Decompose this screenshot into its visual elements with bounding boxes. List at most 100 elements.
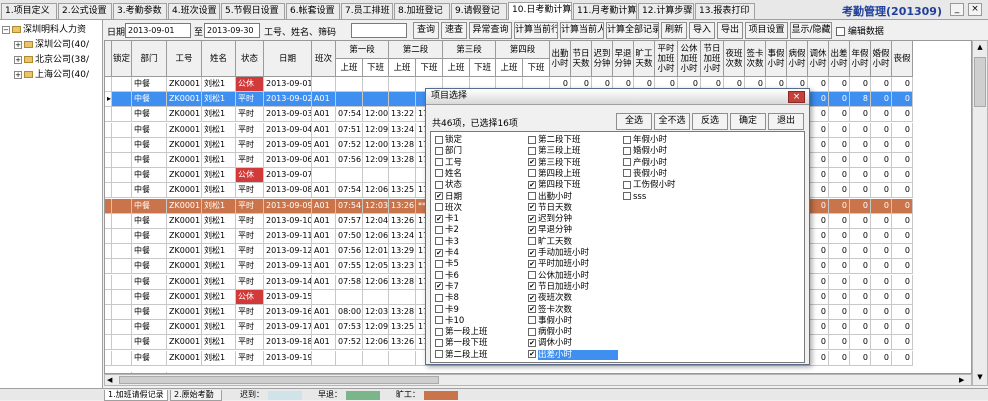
checkbox-checked-icon[interactable]: ✔ — [435, 248, 443, 257]
item-option[interactable]: ✔ 卡7 — [435, 282, 459, 293]
item-option[interactable]: 状态 — [435, 180, 462, 191]
checkbox-checked-icon[interactable]: ✔ — [528, 225, 536, 234]
checkbox-icon[interactable] — [435, 316, 443, 325]
edit-data-checkbox[interactable] — [836, 27, 845, 36]
checkbox-icon[interactable] — [435, 259, 443, 268]
item-option[interactable]: 卡8 — [435, 293, 459, 304]
item-option[interactable]: ✔ 卡4 — [435, 248, 459, 259]
item-option[interactable]: ✔ 平时加班小时 — [528, 259, 589, 270]
checkbox-checked-icon[interactable]: ✔ — [528, 338, 536, 347]
item-option[interactable]: ✔ 出差小时 — [528, 349, 618, 361]
item-option[interactable]: 卡2 — [435, 225, 459, 236]
item-option[interactable]: 卡6 — [435, 271, 459, 282]
tab-module[interactable]: 7.员工排班 — [341, 3, 393, 19]
checkbox-icon[interactable] — [435, 327, 443, 336]
tab-module[interactable]: 13.报表打印 — [695, 3, 755, 19]
item-option[interactable]: 丧假小时 — [623, 169, 667, 180]
checkbox-icon[interactable] — [435, 237, 443, 246]
checkbox-checked-icon[interactable]: ✔ — [528, 248, 536, 257]
item-option[interactable]: ✔ 节日加班小时 — [528, 282, 589, 293]
checkbox-icon[interactable] — [623, 135, 631, 144]
hscroll-thumb[interactable] — [119, 376, 439, 384]
tree-node-root[interactable]: − 深圳明科人力资 — [2, 24, 86, 37]
tree-node-company[interactable]: + 上海公司(40/ — [14, 69, 89, 82]
checkbox-checked-icon[interactable]: ✔ — [435, 214, 443, 223]
checkbox-icon[interactable] — [435, 158, 443, 167]
checkbox-icon[interactable] — [623, 180, 631, 189]
item-option[interactable]: 第二段下班 — [528, 135, 581, 146]
calc-current-row-button[interactable]: 计算当前行 — [514, 22, 558, 39]
item-option[interactable]: 卡3 — [435, 237, 459, 248]
checkbox-icon[interactable] — [528, 192, 536, 200]
checkbox-icon[interactable] — [528, 146, 536, 155]
checkbox-icon[interactable] — [528, 135, 536, 144]
checkbox-icon[interactable] — [435, 135, 443, 144]
invert-button[interactable]: 反选 — [692, 113, 728, 130]
ok-button[interactable]: 确定 — [730, 113, 766, 130]
item-option[interactable]: sss — [623, 192, 646, 203]
checkbox-checked-icon[interactable]: ✔ — [528, 293, 536, 302]
checkbox-icon[interactable] — [528, 316, 536, 325]
item-option[interactable]: 第一段上班 — [435, 327, 488, 338]
checkbox-icon[interactable] — [435, 293, 443, 302]
item-option[interactable]: 锁定 — [435, 135, 462, 146]
item-option[interactable]: 第一段下班 — [435, 338, 488, 349]
item-option[interactable]: 第二段上班 — [435, 350, 488, 361]
checkbox-icon[interactable] — [528, 327, 536, 336]
edit-data-toggle[interactable]: 编辑数据 — [836, 24, 884, 37]
vertical-scrollbar[interactable]: ▲ ▼ — [972, 40, 988, 386]
item-option[interactable]: ✔ 第三段下班 — [528, 158, 581, 169]
item-settings-button[interactable]: 项目设置 — [745, 22, 788, 39]
checkbox-icon[interactable] — [528, 237, 536, 246]
tab-module[interactable]: 10.日考勤计算 — [508, 2, 572, 20]
expand-icon[interactable]: + — [14, 40, 22, 49]
close-button[interactable]: × — [968, 3, 982, 16]
item-option[interactable]: 卡10 — [435, 316, 464, 327]
tab-module[interactable]: 4.班次设置 — [168, 3, 220, 19]
item-option[interactable]: 卡9 — [435, 305, 459, 316]
show-hide-button[interactable]: 显示/隐藏 — [790, 22, 832, 39]
checkbox-icon[interactable] — [435, 146, 443, 155]
checkbox-icon[interactable] — [528, 169, 536, 178]
item-option[interactable]: 第三段上班 — [528, 146, 581, 157]
checkbox-icon[interactable] — [435, 338, 443, 347]
scroll-down-icon[interactable]: ▼ — [975, 373, 985, 383]
checkbox-checked-icon[interactable]: ✔ — [528, 158, 536, 167]
horizontal-scrollbar[interactable]: ◀ ▶ — [104, 374, 972, 386]
checkbox-icon[interactable] — [435, 305, 443, 313]
query-button[interactable]: 查询 — [413, 22, 439, 39]
date-to-input[interactable]: 2013-09-30 — [204, 23, 260, 38]
checkbox-checked-icon[interactable]: ✔ — [528, 350, 536, 359]
item-option[interactable]: ✔ 节日天数 — [528, 203, 572, 214]
item-option[interactable]: 公休加班小时 — [528, 271, 589, 282]
tab-overtime-leave[interactable]: 1.加班请假记录 — [104, 390, 168, 401]
select-all-button[interactable]: 全选 — [616, 113, 652, 130]
date-from-input[interactable]: 2013-09-01 — [125, 23, 191, 38]
item-option[interactable]: 年假小时 — [623, 135, 667, 146]
checkbox-icon[interactable] — [435, 350, 443, 359]
item-option[interactable]: ✔ 夜班次数 — [528, 293, 572, 304]
checkbox-icon[interactable] — [623, 158, 631, 167]
checkbox-checked-icon[interactable]: ✔ — [435, 282, 443, 291]
collapse-icon[interactable]: − — [2, 25, 10, 34]
checkbox-checked-icon[interactable]: ✔ — [435, 192, 443, 200]
item-option[interactable]: 产假小时 — [623, 158, 667, 169]
minimize-button[interactable]: _ — [950, 3, 964, 16]
item-option[interactable]: 婚假小时 — [623, 146, 667, 157]
checkbox-checked-icon[interactable]: ✔ — [528, 203, 536, 212]
item-option[interactable]: ✔ 卡1 — [435, 214, 459, 225]
item-option[interactable]: 旷工天数 — [528, 237, 572, 248]
checkbox-icon[interactable] — [435, 271, 443, 280]
item-option[interactable]: 部门 — [435, 146, 462, 157]
checkbox-icon[interactable] — [623, 169, 631, 178]
tab-module[interactable]: 12.计算步骤 — [638, 3, 694, 19]
tab-module[interactable]: 3.考勤参数 — [113, 3, 167, 19]
export-button[interactable]: 导出 — [717, 22, 743, 39]
dialog-close-icon[interactable]: × — [788, 91, 805, 103]
calc-all-button[interactable]: 计算全部记录 — [606, 22, 659, 39]
search-input[interactable] — [351, 23, 407, 38]
checkbox-checked-icon[interactable]: ✔ — [528, 305, 536, 313]
tab-module[interactable]: 8.加班登记 — [394, 3, 450, 19]
tree-node-company[interactable]: + 北京公司(38/ — [14, 54, 89, 67]
item-option[interactable]: 病假小时 — [528, 327, 572, 338]
